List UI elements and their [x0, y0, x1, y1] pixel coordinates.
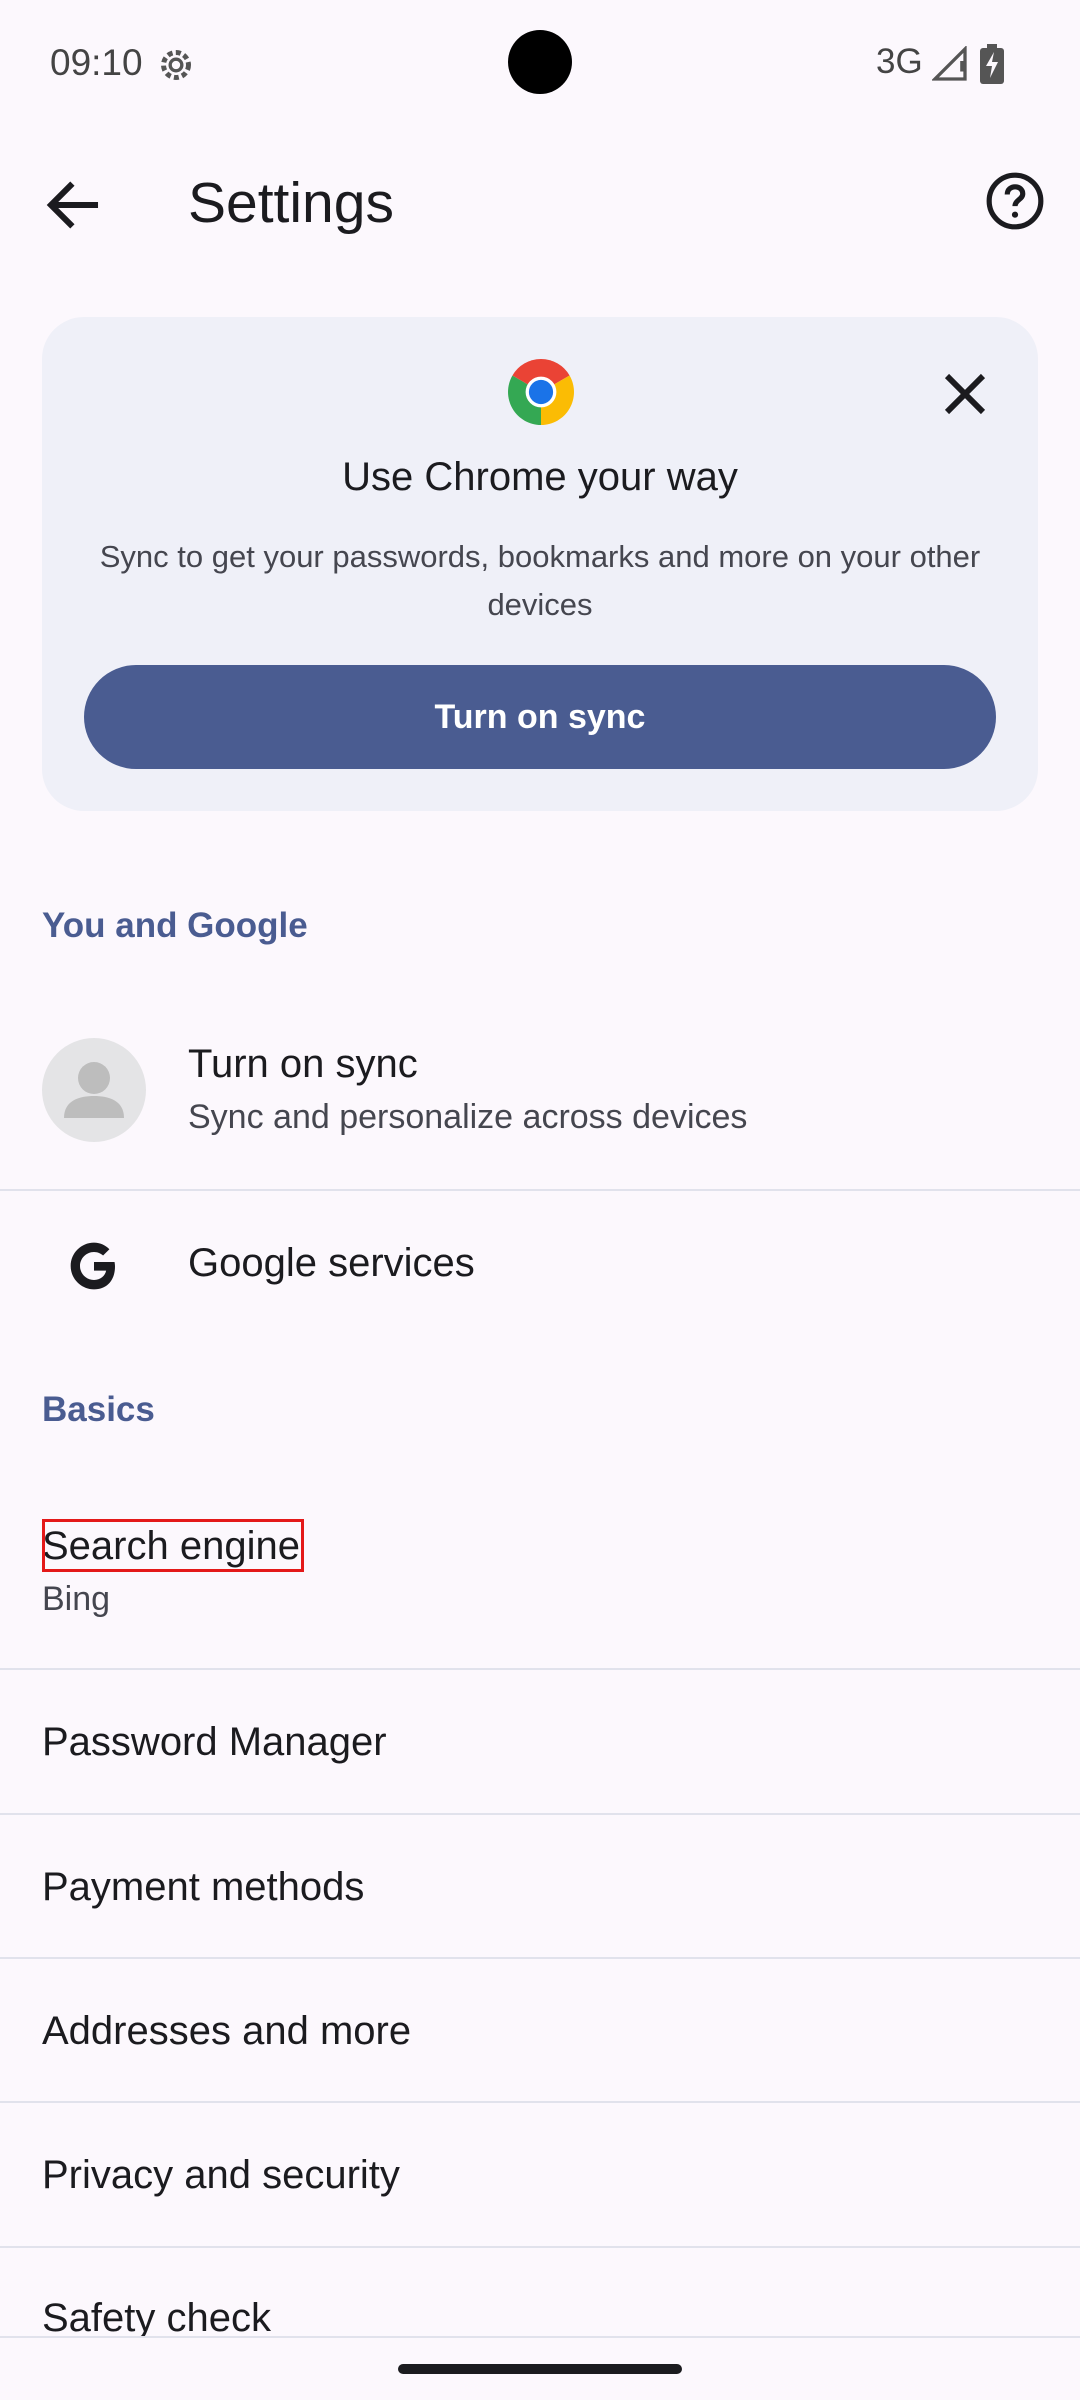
- privacy-security-item[interactable]: Privacy and security: [0, 2103, 1080, 2245]
- camera-cutout: [508, 30, 572, 94]
- google-g-icon: [70, 1242, 115, 1290]
- signal-icon: [932, 46, 967, 81]
- sync-item-subtitle: Sync and personalize across devices: [188, 1098, 748, 1136]
- privacy-security-label: Privacy and security: [42, 2153, 400, 2197]
- page-title: Settings: [188, 171, 394, 235]
- password-manager-item[interactable]: Password Manager: [0, 1670, 1080, 1812]
- settings-gear-icon: [161, 50, 191, 80]
- addresses-label: Addresses and more: [42, 2009, 412, 2053]
- safety-check-label: Safety check: [42, 2296, 272, 2336]
- sync-item-title: Turn on sync: [188, 1042, 418, 1086]
- status-time: 09:10: [50, 42, 143, 83]
- google-services-item[interactable]: Google services: [0, 1191, 1080, 1341]
- highlight-box: [42, 1519, 304, 1572]
- network-type: 3G: [876, 42, 923, 81]
- search-engine-item[interactable]: Search engine Bing: [0, 1480, 1080, 1668]
- top-app-bar: Settings: [0, 130, 1080, 270]
- promo-title: Use Chrome your way: [342, 455, 738, 499]
- google-services-label: Google services: [188, 1241, 475, 1285]
- promo-description: Sync to get your passwords, bookmarks an…: [99, 539, 981, 622]
- safety-check-item[interactable]: Safety check: [0, 2248, 1080, 2336]
- password-manager-label: Password Manager: [42, 1720, 387, 1764]
- payment-methods-label: Payment methods: [42, 1865, 365, 1909]
- back-arrow-icon[interactable]: [40, 172, 106, 238]
- status-bar: 09:10 3G: [0, 0, 1080, 130]
- addresses-item[interactable]: Addresses and more: [0, 1959, 1080, 2101]
- person-icon: [64, 1062, 124, 1118]
- search-engine-value: Bing: [42, 1580, 111, 1618]
- turn-on-sync-item[interactable]: Turn on sync Sync and personalize across…: [0, 1000, 1080, 1190]
- payment-methods-item[interactable]: Payment methods: [0, 1815, 1080, 1957]
- nav-bar-divider: [0, 2336, 1080, 2338]
- gesture-nav-handle[interactable]: [398, 2364, 682, 2374]
- sync-promo-card: Use Chrome your way Sync to get your pas…: [42, 317, 1038, 811]
- avatar: [42, 1038, 146, 1142]
- help-icon[interactable]: [984, 170, 1046, 232]
- turn-on-sync-button[interactable]: Turn on sync: [84, 665, 996, 769]
- section-header-basics: Basics: [42, 1390, 155, 1429]
- section-header-you-and-google: You and Google: [42, 906, 308, 945]
- close-icon[interactable]: [938, 367, 992, 421]
- chrome-logo-icon: [508, 359, 574, 425]
- battery-charging-icon: [980, 44, 1004, 84]
